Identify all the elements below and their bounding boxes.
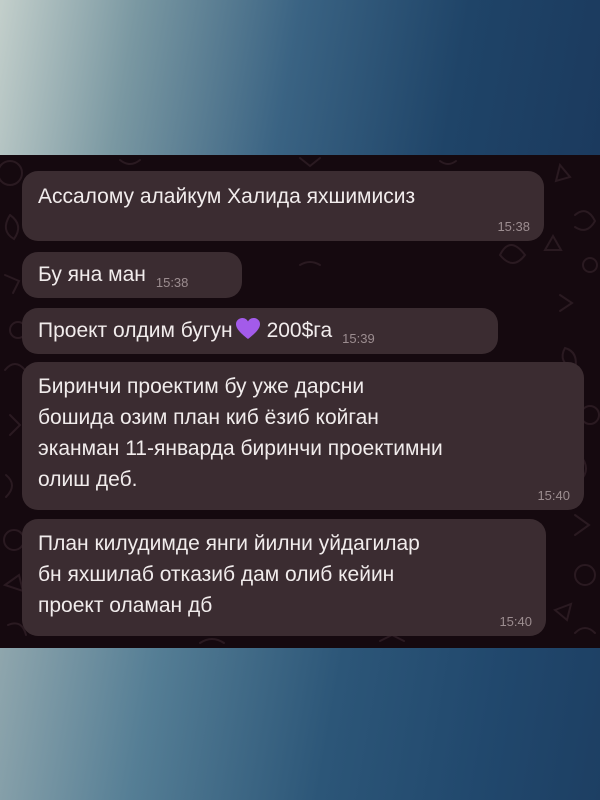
message-text: Проект олдим бугун xyxy=(38,319,233,342)
message-line: олиш деб. xyxy=(38,468,138,491)
message-line: бошида озим план киб ёзиб койган xyxy=(38,406,379,429)
message-timestamp: 15:39 xyxy=(342,331,375,346)
message-timestamp: 15:40 xyxy=(537,488,570,503)
message-bubble[interactable]: Проект олдим бугун 200$га 15:39 xyxy=(22,308,498,354)
message-text: Ассалому алайкум Халида яхшимисиз xyxy=(38,185,416,208)
message-line: бн яхшилаб отказиб дам олиб кейин xyxy=(38,563,395,586)
message-line: проект оламан дб xyxy=(38,594,213,617)
message-timestamp: 15:40 xyxy=(499,614,532,629)
blurred-background-bottom xyxy=(0,648,600,800)
message-line: Биринчи проектим бу уже дарсни xyxy=(38,375,365,398)
message-timestamp: 15:38 xyxy=(497,219,530,234)
message-text: 200$га xyxy=(266,319,333,342)
chat-area[interactable]: Ассалому алайкум Халида яхшимисиз 15:38 … xyxy=(0,155,600,648)
message-bubble[interactable]: План килудимде янги йилни уйдагилар бн я… xyxy=(22,519,546,636)
purple-heart-icon xyxy=(235,318,260,339)
message-bubble[interactable]: Биринчи проектим бу уже дарсни бошида оз… xyxy=(22,362,584,510)
message-line: эканман 11-январда биринчи проектимни xyxy=(38,437,443,460)
message-bubble[interactable]: Бу яна ман 15:38 xyxy=(22,252,242,298)
message-line: План килудимде янги йилни уйдагилар xyxy=(38,532,420,555)
blurred-background-top xyxy=(0,0,600,155)
message-text: Бу яна ман xyxy=(38,263,146,286)
message-bubble[interactable]: Ассалому алайкум Халида яхшимисиз 15:38 xyxy=(22,171,544,241)
message-timestamp: 15:38 xyxy=(155,275,189,290)
